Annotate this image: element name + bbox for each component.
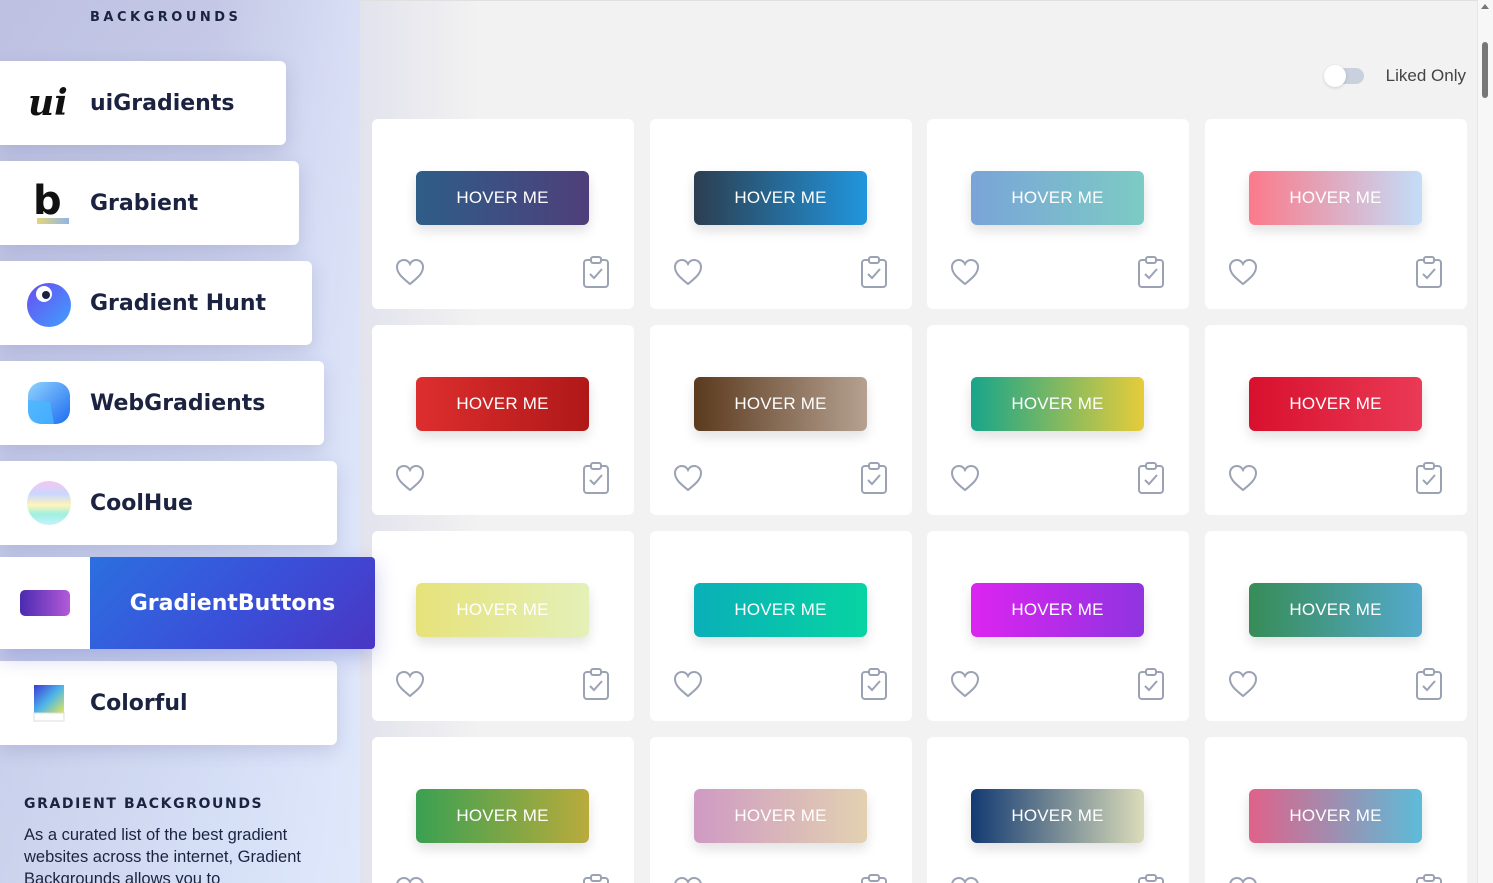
- hover-me-button[interactable]: HOVER ME: [416, 583, 589, 637]
- svg-text:ui: ui: [28, 83, 68, 123]
- hover-me-button[interactable]: HOVER ME: [1249, 583, 1422, 637]
- hover-me-button[interactable]: HOVER ME: [416, 789, 589, 843]
- hover-me-button[interactable]: HOVER ME: [1249, 171, 1422, 225]
- heart-icon[interactable]: [1227, 257, 1259, 287]
- clipboard-copy-icon[interactable]: [1415, 461, 1443, 495]
- hover-me-button[interactable]: HOVER ME: [1249, 377, 1422, 431]
- hover-me-button[interactable]: HOVER ME: [971, 377, 1144, 431]
- webgradients-icon: [24, 378, 74, 428]
- about-title: GRADIENT BACKGROUNDS: [24, 796, 264, 812]
- grabient-icon: b: [24, 178, 74, 228]
- gradient-card: HOVER ME: [927, 325, 1189, 515]
- toggle-switch[interactable]: [1323, 65, 1364, 87]
- gradient-card: HOVER ME: [650, 119, 912, 309]
- hover-me-button[interactable]: HOVER ME: [416, 171, 589, 225]
- heart-icon[interactable]: [1227, 463, 1259, 493]
- clipboard-copy-icon[interactable]: [1415, 667, 1443, 701]
- gradient-card: HOVER ME: [650, 531, 912, 721]
- gradient-card: HOVER ME: [1205, 119, 1467, 309]
- heart-icon[interactable]: [949, 669, 981, 699]
- gradient-card: HOVER ME: [372, 119, 634, 309]
- clipboard-copy-icon[interactable]: [860, 873, 888, 883]
- hover-me-button[interactable]: HOVER ME: [1249, 789, 1422, 843]
- sidebar-item-uigradients[interactable]: ui uiGradients: [0, 61, 286, 145]
- heart-icon[interactable]: [394, 875, 426, 883]
- brand-subtitle: BACKGROUNDS: [90, 10, 242, 25]
- scrollbar-thumb[interactable]: [1482, 42, 1488, 98]
- brand-logo: GRADIENT: [40, 0, 290, 2]
- clipboard-copy-icon[interactable]: [860, 667, 888, 701]
- clipboard-copy-icon[interactable]: [860, 461, 888, 495]
- gradient-card: HOVER ME: [372, 737, 634, 883]
- gradient-card: HOVER ME: [372, 325, 634, 515]
- liked-only-toggle[interactable]: Liked Only: [1323, 65, 1466, 87]
- gradientbuttons-icon: [20, 590, 70, 616]
- sidebar-item-coolhue[interactable]: CoolHue: [0, 461, 337, 545]
- hover-me-button[interactable]: HOVER ME: [694, 171, 867, 225]
- clipboard-copy-icon[interactable]: [860, 255, 888, 289]
- about-text: As a curated list of the best gradient w…: [24, 826, 301, 883]
- heart-icon[interactable]: [949, 257, 981, 287]
- heart-icon[interactable]: [394, 257, 426, 287]
- heart-icon[interactable]: [949, 875, 981, 883]
- heart-icon[interactable]: [394, 463, 426, 493]
- main-content: Liked Only HOVER ME HOVER ME HOVER ME HOVER…: [360, 0, 1478, 883]
- scroll-up-arrow[interactable]: [1481, 4, 1489, 9]
- heart-icon[interactable]: [672, 875, 704, 883]
- sidebar-item-webgradients[interactable]: WebGradients: [0, 361, 324, 445]
- clipboard-copy-icon[interactable]: [582, 461, 610, 495]
- gradient-card: HOVER ME: [1205, 531, 1467, 721]
- clipboard-copy-icon[interactable]: [1137, 667, 1165, 701]
- gradient-card: HOVER ME: [650, 325, 912, 515]
- colorful-icon: [24, 678, 74, 728]
- sidebar-item-gradient-hunt[interactable]: Gradient Hunt: [0, 261, 312, 345]
- gradient-card: HOVER ME: [1205, 325, 1467, 515]
- heart-icon[interactable]: [672, 463, 704, 493]
- clipboard-copy-icon[interactable]: [582, 667, 610, 701]
- clipboard-copy-icon[interactable]: [1137, 255, 1165, 289]
- sidebar-item-grabient[interactable]: b Grabient: [0, 161, 299, 245]
- scrollbar[interactable]: [1477, 0, 1493, 883]
- sidebar-item-label: Grabient: [90, 190, 199, 216]
- heart-icon[interactable]: [949, 463, 981, 493]
- sidebar-item-label: WebGradients: [90, 390, 266, 416]
- coolhue-icon: [24, 478, 74, 528]
- sidebar-item-gradientbuttons[interactable]: GradientButtons: [0, 557, 375, 649]
- clipboard-copy-icon[interactable]: [582, 255, 610, 289]
- uigradients-icon: ui: [24, 78, 74, 128]
- hover-me-button[interactable]: HOVER ME: [694, 789, 867, 843]
- clipboard-copy-icon[interactable]: [1415, 873, 1443, 883]
- gradient-card: HOVER ME: [372, 531, 634, 721]
- hover-me-button[interactable]: HOVER ME: [971, 171, 1144, 225]
- svg-text:b: b: [33, 178, 62, 224]
- gradient-card: HOVER ME: [927, 119, 1189, 309]
- clipboard-copy-icon[interactable]: [582, 873, 610, 883]
- liked-only-label: Liked Only: [1385, 66, 1466, 85]
- gradient-hunt-icon: [24, 278, 74, 328]
- sidebar-item-label: Gradient Hunt: [90, 290, 267, 316]
- hover-me-button[interactable]: HOVER ME: [694, 583, 867, 637]
- gradient-card: HOVER ME: [1205, 737, 1467, 883]
- hover-me-button[interactable]: HOVER ME: [971, 583, 1144, 637]
- sidebar-item-label: GradientButtons: [129, 590, 336, 616]
- clipboard-copy-icon[interactable]: [1137, 461, 1165, 495]
- sidebar-item-label: uiGradients: [90, 90, 235, 116]
- gradient-card: HOVER ME: [650, 737, 912, 883]
- hover-me-button[interactable]: HOVER ME: [971, 789, 1144, 843]
- sidebar: GRADIENT BACKGROUNDS ui uiGradients b Gr…: [0, 0, 360, 883]
- heart-icon[interactable]: [394, 669, 426, 699]
- sidebar-item-label: Colorful: [90, 690, 188, 716]
- clipboard-copy-icon[interactable]: [1415, 255, 1443, 289]
- heart-icon[interactable]: [672, 669, 704, 699]
- gradient-card: HOVER ME: [927, 737, 1189, 883]
- gradient-card: HOVER ME: [927, 531, 1189, 721]
- heart-icon[interactable]: [672, 257, 704, 287]
- sidebar-item-colorful[interactable]: Colorful: [0, 661, 337, 745]
- heart-icon[interactable]: [1227, 669, 1259, 699]
- hover-me-button[interactable]: HOVER ME: [694, 377, 867, 431]
- clipboard-copy-icon[interactable]: [1137, 873, 1165, 883]
- hover-me-button[interactable]: HOVER ME: [416, 377, 589, 431]
- sidebar-item-label: CoolHue: [90, 490, 193, 516]
- heart-icon[interactable]: [1227, 875, 1259, 883]
